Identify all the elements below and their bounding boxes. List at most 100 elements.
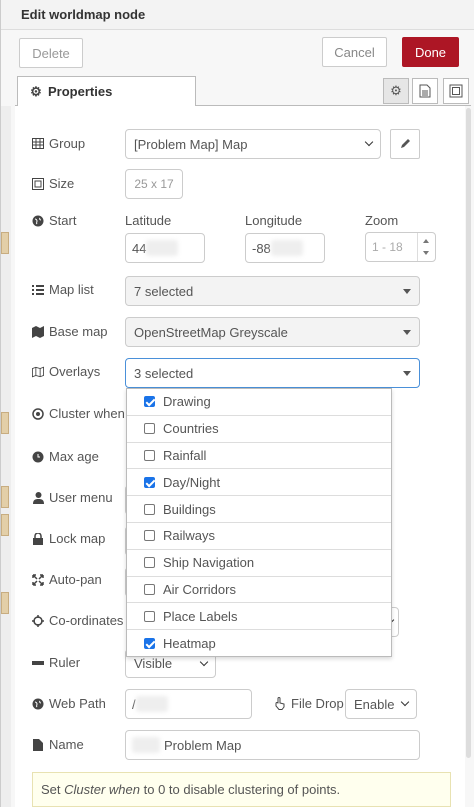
file-drop-select[interactable]: Enable	[345, 689, 417, 719]
gear-icon: ⚙	[390, 83, 402, 98]
latitude-label: Latitude	[125, 213, 172, 228]
base-map-select[interactable]: OpenStreetMap Greyscale	[125, 317, 420, 347]
cancel-button[interactable]: Cancel	[322, 37, 387, 67]
overlay-option-label: Place Labels	[163, 608, 238, 624]
auto-pan-label: Auto-pan	[32, 572, 102, 587]
expand-icon	[32, 177, 44, 190]
overlay-option-label: Countries	[163, 421, 219, 437]
edit-group-button[interactable]	[390, 129, 420, 159]
arrow-up-icon	[423, 239, 429, 243]
redacted-path	[135, 696, 168, 712]
checkbox[interactable]	[144, 396, 155, 408]
web-path-input[interactable]: /	[125, 689, 252, 719]
overlay-option-label: Drawing	[163, 394, 211, 410]
table-icon	[32, 138, 44, 150]
overlays-label: Overlays	[32, 364, 100, 379]
chevron-down-icon	[199, 657, 209, 667]
file-drop-label-text: File Drop	[291, 696, 344, 711]
tip-box: Set Cluster when to 0 to disable cluster…	[32, 772, 451, 807]
overlays-label-text: Overlays	[49, 364, 101, 379]
zoom-input[interactable]: 1 - 18	[365, 232, 436, 262]
target-icon	[32, 407, 44, 420]
overlay-option[interactable]: Buildings	[127, 496, 391, 523]
zoom-spinner[interactable]	[417, 233, 435, 261]
tip-emphasis: Cluster when	[64, 782, 140, 797]
map-list-label-text: Map list	[49, 282, 94, 297]
ruler-label-text: Ruler	[49, 655, 81, 670]
checkbox[interactable]	[144, 638, 155, 650]
checkbox[interactable]	[144, 449, 155, 461]
latitude-value: 44	[132, 240, 147, 256]
overlay-option[interactable]: Railways	[127, 523, 391, 550]
tab-bar: ⚙ Properties ⚙	[15, 76, 471, 106]
web-path-label: Web Path	[32, 696, 106, 711]
workspace-node-stub	[1, 412, 9, 434]
map-icon	[32, 325, 44, 338]
overlay-option[interactable]: Day/Night	[127, 469, 391, 497]
tab-properties-label: Properties	[48, 84, 113, 99]
workspace-node-stub	[1, 592, 9, 614]
lock-map-label: Lock map	[32, 531, 105, 546]
map-list-value: 7 selected	[134, 283, 194, 299]
crosshairs-icon	[32, 614, 44, 627]
overlay-option-label: Railways	[163, 528, 216, 544]
appearance-tab-icon[interactable]	[443, 78, 469, 104]
max-age-label-text: Max age	[49, 449, 99, 464]
checkbox[interactable]	[144, 530, 155, 542]
chevron-down-icon	[364, 137, 374, 147]
tab-properties[interactable]: ⚙ Properties	[17, 76, 196, 106]
overlay-option[interactable]: Air Corridors	[127, 577, 391, 604]
edit-tray: Edit worldmap node Delete Cancel Done ⚙ …	[0, 0, 474, 807]
caret-down-icon	[403, 330, 411, 335]
checkbox[interactable]	[144, 423, 155, 435]
tip-prefix: Set	[41, 782, 65, 797]
file-drop-label: File Drop	[274, 696, 344, 711]
group-label: Group	[32, 136, 85, 151]
overlays-select[interactable]: 3 selected	[125, 358, 420, 388]
delete-button[interactable]: Delete	[19, 38, 83, 68]
longitude-value: -88	[252, 240, 271, 256]
name-value: Problem Map	[164, 737, 242, 753]
description-tab-icon[interactable]	[412, 78, 438, 104]
checkbox[interactable]	[144, 610, 155, 622]
map-list-select[interactable]: 7 selected	[125, 276, 420, 306]
tray-title: Edit worldmap node	[21, 7, 146, 22]
checkbox[interactable]	[144, 557, 155, 569]
cluster-when-label-text: Cluster when	[49, 406, 125, 421]
overlay-option[interactable]: Countries	[127, 416, 391, 443]
workspace-node-stub	[1, 232, 9, 254]
checkbox[interactable]	[144, 476, 155, 488]
web-path-label-text: Web Path	[49, 696, 106, 711]
longitude-input[interactable]: -88	[245, 233, 325, 263]
overlay-option[interactable]: Rainfall	[127, 443, 391, 470]
overlay-option-label: Air Corridors	[163, 581, 236, 597]
name-label: Name	[32, 737, 84, 752]
ruler-label: Ruler	[32, 655, 80, 670]
overlay-option[interactable]: Drawing	[127, 389, 391, 416]
overlay-option[interactable]: Ship Navigation	[127, 550, 391, 577]
done-button[interactable]: Done	[402, 37, 459, 67]
workspace-edge	[1, 106, 11, 807]
overlay-option[interactable]: Heatmap	[127, 630, 391, 657]
overlay-option-label: Ship Navigation	[163, 555, 255, 571]
settings-tab-icon[interactable]: ⚙	[383, 78, 409, 104]
checkbox[interactable]	[144, 503, 155, 515]
latitude-input[interactable]: 44	[125, 233, 205, 263]
map-outline-icon	[32, 366, 44, 378]
group-select[interactable]: [Problem Map] Map	[125, 129, 381, 159]
redacted-name	[132, 737, 160, 753]
overlay-option[interactable]: Place Labels	[127, 603, 391, 631]
scrollbar[interactable]	[466, 108, 471, 758]
overlay-option-label: Day/Night	[163, 474, 221, 490]
file-icon	[32, 738, 44, 751]
name-input[interactable]: Problem Map	[125, 730, 420, 760]
base-map-value: OpenStreetMap Greyscale	[134, 324, 288, 340]
checkbox[interactable]	[144, 583, 155, 595]
ruler-icon	[32, 657, 44, 669]
overlay-option-label: Heatmap	[163, 636, 216, 652]
size-button[interactable]: 25 x 17	[125, 169, 183, 199]
clock-icon	[32, 451, 44, 463]
gear-icon: ⚙	[30, 83, 42, 99]
start-label-text: Start	[49, 213, 77, 228]
group-label-text: Group	[49, 136, 86, 151]
